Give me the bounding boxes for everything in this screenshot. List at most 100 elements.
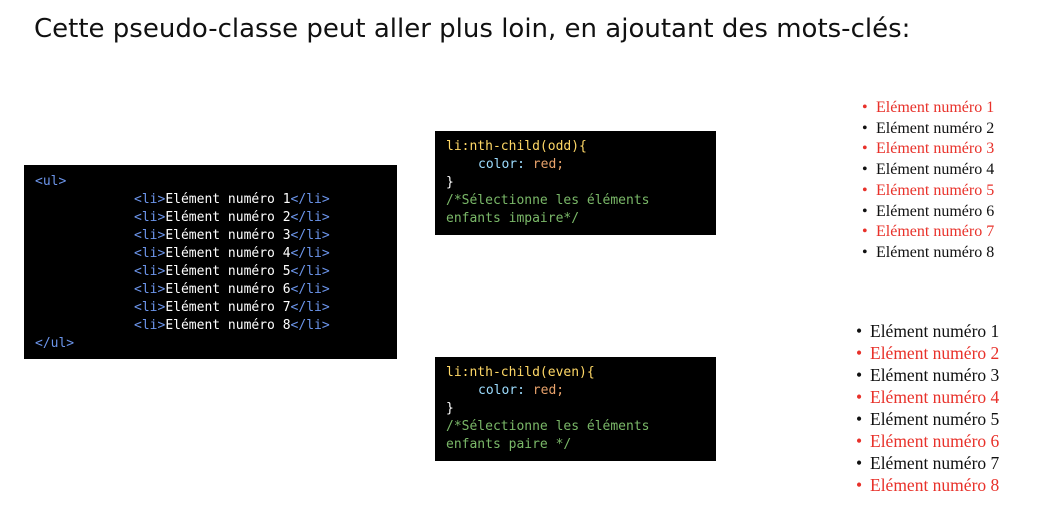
even-value: red; [532, 383, 565, 398]
list-item: • Elément numéro 7 [862, 222, 994, 243]
li-code-line: <li>Elément numéro 8</li> [35, 317, 386, 335]
li-code-line: <li>Elément numéro 3</li> [35, 227, 386, 245]
bullet-icon: • [862, 161, 868, 179]
even-comment-line-1: /*Sélectionne les éléments [446, 419, 650, 434]
li-open-tag: <li> [134, 282, 166, 297]
list-item-label: Elément numéro 6 [876, 202, 995, 220]
list-item: • Elément numéro 5 [862, 181, 994, 202]
list-item-label: Elément numéro 8 [876, 243, 995, 261]
list-item: • Elément numéro 3 [856, 364, 999, 386]
list-item-label: Elément numéro 5 [870, 409, 1000, 429]
bullet-icon: • [856, 321, 863, 341]
bullet-icon: • [862, 181, 868, 199]
li-open-tag: <li> [134, 246, 166, 261]
bullet-icon: • [862, 119, 868, 137]
bullet-icon: • [862, 202, 868, 220]
ul-close-line: </ul> [35, 335, 386, 353]
list-item: • Elément numéro 6 [862, 202, 994, 223]
list-item-label: Elément numéro 7 [870, 453, 1000, 473]
li-close-tag: </li> [290, 210, 330, 225]
bullet-icon: • [856, 431, 863, 451]
odd-value: red; [532, 157, 565, 172]
list-item-label: Elément numéro 5 [876, 181, 995, 199]
li-close-tag: </li> [290, 300, 330, 315]
even-selector: li:nth-child(even){ [446, 365, 595, 380]
li-code-text: Elément numéro 7 [165, 300, 291, 315]
list-item-label: Elément numéro 3 [870, 365, 1000, 385]
li-code-line: <li>Elément numéro 4</li> [35, 245, 386, 263]
list-item: • Elément numéro 8 [862, 243, 994, 264]
li-code-text: Elément numéro 5 [165, 264, 291, 279]
li-code-text: Elément numéro 8 [165, 318, 291, 333]
even-comment-line-2: enfants paire */ [446, 437, 572, 452]
odd-property: color: [478, 157, 525, 172]
li-close-tag: </li> [290, 192, 330, 207]
li-code-line: <li>Elément numéro 7</li> [35, 299, 386, 317]
li-close-tag: </li> [290, 318, 330, 333]
li-code-text: Elément numéro 6 [165, 282, 291, 297]
ul-close-tag: </ul> [35, 336, 75, 351]
bullet-icon: • [856, 475, 863, 495]
li-code-line: <li>Elément numéro 6</li> [35, 281, 386, 299]
list-item-label: Elément numéro 1 [870, 321, 1000, 341]
list-item: • Elément numéro 5 [856, 408, 999, 430]
list-item-label: Elément numéro 6 [870, 431, 1000, 451]
odd-comment-line-1: /*Sélectionne les éléments [446, 193, 650, 208]
bullet-icon: • [856, 453, 863, 473]
list-item: • Elément numéro 4 [862, 160, 994, 181]
list-item-label: Elément numéro 7 [876, 223, 995, 241]
odd-close-brace: } [446, 175, 454, 190]
list-item-label: Elément numéro 4 [876, 161, 995, 179]
li-code-text: Elément numéro 4 [165, 246, 291, 261]
list-item: • Elément numéro 4 [856, 386, 999, 408]
list-item: • Elément numéro 6 [856, 430, 999, 452]
ul-open-line: <ul> [35, 173, 386, 191]
list-item-label: Elément numéro 2 [870, 343, 1000, 363]
list-item-label: Elément numéro 1 [876, 99, 995, 116]
bullet-icon: • [856, 409, 863, 429]
list-item: • Elément numéro 2 [856, 342, 999, 364]
li-open-tag: <li> [134, 228, 166, 243]
ul-open-tag: <ul> [35, 174, 67, 189]
odd-selector: li:nth-child(odd){ [446, 139, 587, 154]
html-code-block: <ul> <li>Elément numéro 1</li> <li>Elément… [24, 165, 397, 359]
li-open-tag: <li> [134, 300, 166, 315]
list-item: • Elément numéro 1 [862, 98, 994, 119]
li-open-tag: <li> [134, 192, 166, 207]
list-item-label: Elément numéro 4 [870, 387, 1000, 407]
slide-title: Cette pseudo-classe peut aller plus loin… [34, 14, 911, 44]
css-odd-code-block: li:nth-child(odd){ color: red;} /*Sélectio… [435, 131, 716, 235]
bullet-icon: • [862, 223, 868, 241]
bullet-icon: • [862, 140, 868, 158]
li-close-tag: </li> [290, 264, 330, 279]
li-close-tag: </li> [290, 228, 330, 243]
list-item: • Elément numéro 8 [856, 474, 999, 496]
li-code-text: Elément numéro 1 [165, 192, 291, 207]
li-open-tag: <li> [134, 264, 166, 279]
odd-comment-line-2: enfants impaire*/ [446, 211, 580, 226]
li-code-line: <li>Elément numéro 2</li> [35, 209, 386, 227]
li-open-tag: <li> [134, 318, 166, 333]
bullet-icon: • [856, 387, 863, 407]
bullet-icon: • [862, 99, 868, 116]
li-code-line: <li>Elément numéro 5</li> [35, 263, 386, 281]
bullet-icon: • [856, 365, 863, 385]
css-even-code-block: li:nth-child(even){ color: red;} /*Sélecti… [435, 357, 716, 461]
list-item: • Elément numéro 1 [856, 320, 999, 342]
bullet-icon: • [856, 343, 863, 363]
even-property: color: [478, 383, 525, 398]
list-item: • Elément numéro 7 [856, 452, 999, 474]
even-result-list: • Elément numéro 1 • Elément numéro 2 • Eléme… [856, 320, 999, 496]
li-code-text: Elément numéro 3 [165, 228, 291, 243]
li-close-tag: </li> [290, 282, 330, 297]
list-item-label: Elément numéro 2 [876, 119, 995, 137]
list-item: • Elément numéro 2 [862, 119, 994, 140]
bullet-icon: • [862, 243, 868, 261]
odd-result-list: • Elément numéro 1 • Elément numéro 2 • Eléme… [862, 98, 994, 264]
even-close-brace: } [446, 401, 454, 416]
li-code-line: <li>Elément numéro 1</li> [35, 191, 386, 209]
li-open-tag: <li> [134, 210, 166, 225]
list-item-label: Elément numéro 3 [876, 140, 995, 158]
list-item: • Elément numéro 3 [862, 139, 994, 160]
li-close-tag: </li> [290, 246, 330, 261]
